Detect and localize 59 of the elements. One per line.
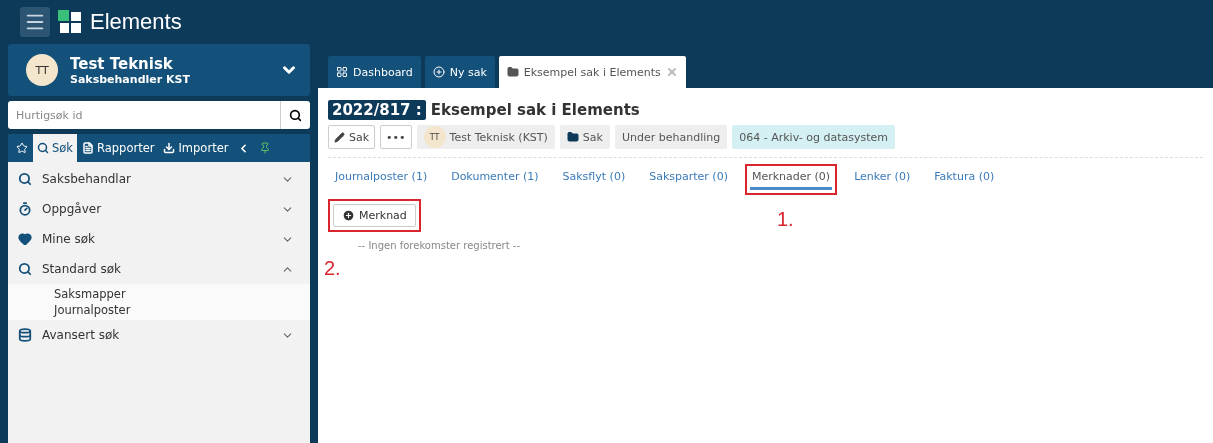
sidebar-tab[interactable]: Rapporter — [78, 134, 159, 162]
folder-icon — [506, 66, 519, 78]
menu-button[interactable] — [20, 7, 50, 37]
case-type-label: Sak — [582, 130, 603, 144]
class-tag: 064 - Arkiv- og datasystem — [732, 125, 896, 149]
status-tag: Under behandling — [614, 125, 728, 149]
pencil-icon — [334, 131, 345, 143]
content-tab[interactable]: Merknader (0) — [749, 169, 833, 184]
annotation-number: 1. — [776, 208, 794, 231]
logo-icon — [58, 10, 82, 34]
plus-circle-icon — [342, 209, 355, 222]
case-number: 2022/817 : — [328, 100, 426, 120]
edit-button[interactable]: Sak — [328, 125, 376, 149]
folder-icon — [566, 131, 579, 143]
download-icon — [163, 142, 176, 154]
sidebar-sub-item[interactable]: Journalposter — [8, 302, 131, 318]
tab[interactable]: Ny sak — [424, 56, 495, 88]
pin-icon — [259, 142, 272, 154]
search-icon — [18, 262, 32, 276]
annotation-number: 2. — [324, 257, 341, 280]
star-icon — [16, 142, 28, 154]
user-card[interactable]: TT Test Teknisk Saksbehandler KST — [8, 44, 310, 96]
heart-icon — [18, 232, 32, 246]
search-icon — [18, 172, 32, 186]
search-icon — [37, 142, 49, 154]
empty-message: -- Ingen forekomster registrert -- — [358, 240, 522, 251]
user-name: Test Teknisk — [70, 54, 174, 73]
content-tab[interactable]: Saksparter (0) — [647, 169, 730, 184]
content-tab[interactable]: Faktura (0) — [932, 169, 997, 184]
tab[interactable]: Dashboard — [328, 56, 421, 88]
sidebar-menu-item[interactable]: Standard søk — [8, 254, 310, 284]
sidebar-menu-item[interactable]: Mine søk — [8, 224, 310, 254]
sidebar-tab[interactable]: Søk — [33, 134, 77, 162]
sidebar-sub-item[interactable]: Saksmapper — [8, 286, 126, 302]
sidebar-tab[interactable]: Importer — [159, 134, 233, 162]
case-title: Eksempel sak i Elements — [430, 101, 640, 119]
search-button[interactable] — [280, 101, 310, 129]
content-tab[interactable]: Lenker (0) — [852, 169, 913, 184]
user-avatar: TT — [26, 54, 58, 86]
sidebar-menu-item[interactable]: Saksbehandlar — [8, 164, 310, 194]
tab[interactable]: Eksempel sak i Elements — [498, 56, 686, 88]
plus-circle-icon — [432, 66, 445, 78]
sidebar-menu-item[interactable]: Avansert søk — [8, 320, 310, 350]
more-button[interactable]: ••• — [380, 125, 412, 149]
app-title: Elements — [90, 9, 182, 35]
sidebar-menu-item[interactable]: Oppgåver — [8, 194, 310, 224]
content-tab[interactable]: Journalposter (1) — [333, 169, 430, 184]
add-note-button[interactable]: Merknad — [333, 204, 416, 227]
document-icon — [82, 142, 94, 154]
owner-avatar: TT — [423, 126, 446, 148]
stopwatch-icon — [18, 202, 32, 216]
quick-search-field[interactable]: Hurtigsøk id — [8, 101, 280, 129]
search-icon — [289, 108, 302, 122]
database-icon — [18, 328, 32, 342]
content-tab[interactable]: Dokumenter (1) — [449, 169, 541, 184]
grid-icon — [336, 66, 348, 78]
content-tab[interactable]: Saksflyt (0) — [560, 169, 628, 184]
user-role: Saksbehandler KST — [70, 72, 191, 86]
owner-name: Test Teknisk (KST) — [449, 130, 548, 144]
